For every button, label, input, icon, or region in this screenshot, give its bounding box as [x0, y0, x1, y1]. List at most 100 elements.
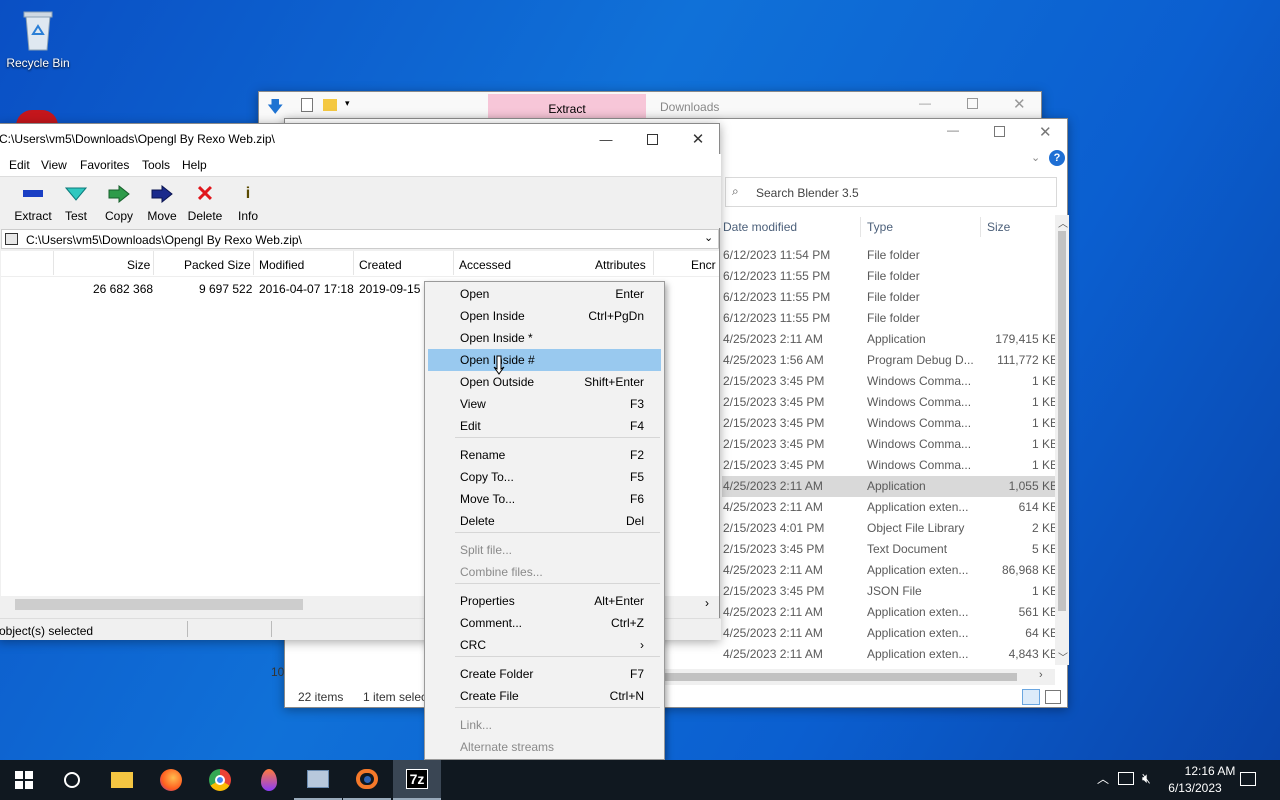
column-accessed[interactable]: Accessed — [459, 258, 511, 272]
move-button[interactable]: Move — [140, 183, 184, 223]
menu-item[interactable]: Open Inside * — [428, 327, 661, 349]
search-input[interactable]: Search Blender 3.5 — [756, 186, 859, 200]
menu-item[interactable]: Create Folder F7 — [428, 663, 661, 685]
menu-item[interactable]: Open Inside # — [428, 349, 661, 371]
scroll-up-icon[interactable]: ︿ — [1058, 215, 1068, 230]
info-button[interactable]: i Info — [226, 183, 270, 223]
address-bar[interactable]: C:\Users\vm5\Downloads\Opengl By Rexo We… — [1, 229, 719, 249]
path-dropdown-icon[interactable]: ⌄ — [704, 231, 713, 244]
new-folder-icon[interactable] — [323, 99, 337, 111]
maximize-button[interactable] — [967, 98, 978, 109]
quick-access-down-icon[interactable]: 🡇 — [267, 96, 283, 123]
large-icons-view-icon[interactable] — [1045, 690, 1061, 704]
list-item[interactable]: 6/12/2023 11:55 PM File folder — [722, 287, 1062, 308]
list-item[interactable]: 6/12/2023 11:55 PM File folder — [722, 308, 1062, 329]
list-item[interactable]: 2/15/2023 3:45 PM JSON File 1 KB — [722, 581, 1062, 602]
menu-item[interactable]: CRC › — [428, 634, 661, 656]
menu-view[interactable]: View — [41, 158, 67, 172]
list-item[interactable]: 2/15/2023 3:45 PM Windows Comma... 1 KB — [722, 434, 1062, 455]
menu-item[interactable]: Properties Alt+Enter — [428, 590, 661, 612]
menu-item[interactable]: Edit F4 — [428, 415, 661, 437]
column-encrypted[interactable]: Encr — [691, 258, 716, 272]
menu-tools[interactable]: Tools — [142, 158, 170, 172]
menu-item[interactable]: Open Inside Ctrl+PgDn — [428, 305, 661, 327]
search-box[interactable]: ⌕ Search Blender 3.5 — [725, 177, 1057, 207]
list-item[interactable]: 2/15/2023 3:45 PM Windows Comma... 1 KB — [722, 413, 1062, 434]
menu-item[interactable]: Copy To... F5 — [428, 466, 661, 488]
close-button[interactable]: ✕ — [1039, 123, 1052, 141]
menu-edit[interactable]: Edit — [9, 158, 30, 172]
list-item[interactable]: 2/15/2023 3:45 PM Text Document 5 KB — [722, 539, 1062, 560]
start-button[interactable] — [0, 760, 48, 800]
column-packed-size[interactable]: Packed Size — [184, 258, 251, 272]
list-item[interactable]: 2/15/2023 4:01 PM Object File Library 2 KB — [722, 518, 1062, 539]
menu-item[interactable]: View F3 — [428, 393, 661, 415]
test-button[interactable]: Test — [54, 183, 98, 223]
network-icon[interactable] — [1118, 772, 1134, 785]
menu-item[interactable]: Create File Ctrl+N — [428, 685, 661, 707]
vertical-scrollbar[interactable]: ︿ ﹀ — [1055, 215, 1069, 665]
minimize-button[interactable]: — — [583, 124, 629, 154]
help-icon[interactable]: ? — [1049, 150, 1065, 166]
menu-item[interactable]: Open Outside Shift+Enter — [428, 371, 661, 393]
maximize-button[interactable] — [629, 124, 675, 154]
close-button[interactable]: ✕ — [1013, 95, 1026, 113]
menu-item[interactable]: Split file... — [428, 539, 661, 561]
list-item[interactable]: 4/25/2023 2:11 AM Application exten... 86,… — [722, 560, 1062, 581]
menu-item[interactable]: Alternate streams — [428, 736, 661, 758]
file-explorer-taskbar-button[interactable] — [98, 760, 146, 800]
scroll-right-icon[interactable]: › — [1039, 669, 1043, 681]
menu-item[interactable]: Combine files... — [428, 561, 661, 583]
list-item[interactable]: 4/25/2023 2:11 AM Application exten... 64 … — [722, 623, 1062, 644]
clock-date[interactable]: 6/13/2023 — [1155, 781, 1235, 795]
menu-item[interactable]: Comment... Ctrl+Z — [428, 612, 661, 634]
menu-favorites[interactable]: Favorites — [80, 158, 129, 172]
maximize-button[interactable] — [994, 126, 1005, 137]
horizontal-scrollbar[interactable]: › — [665, 669, 1055, 685]
list-item[interactable]: 4/25/2023 2:11 AM Application 179,415 KB — [722, 329, 1062, 350]
column-type[interactable]: Type — [867, 220, 893, 234]
list-item[interactable]: 2/15/2023 3:45 PM Windows Comma... 1 KB — [722, 392, 1062, 413]
close-button[interactable]: ✕ — [675, 124, 721, 154]
expand-ribbon-icon[interactable]: ⌄ — [1031, 151, 1040, 164]
menu-item[interactable]: Delete Del — [428, 510, 661, 532]
column-attributes[interactable]: Attributes — [595, 258, 646, 272]
menu-item[interactable]: Rename F2 — [428, 444, 661, 466]
list-item[interactable]: 4/25/2023 2:11 AM Application exten... 4,8… — [722, 644, 1062, 665]
details-view-icon[interactable] — [1022, 689, 1040, 705]
menu-item[interactable]: Link... — [428, 714, 661, 736]
delete-button[interactable]: ✕ Delete — [183, 181, 227, 223]
menu-item[interactable]: Move To... F6 — [428, 488, 661, 510]
list-item[interactable]: 4/25/2023 2:11 AM Application 1,055 KB — [722, 476, 1062, 497]
show-hidden-icons-icon[interactable]: ︿ — [1097, 770, 1109, 787]
path-field[interactable]: C:\Users\vm5\Downloads\Opengl By Rexo We… — [26, 233, 302, 247]
clock-time[interactable]: 12:16 AM — [1170, 764, 1250, 778]
column-modified[interactable]: Modified — [259, 258, 304, 272]
search-button[interactable] — [48, 760, 96, 800]
column-created[interactable]: Created — [359, 258, 402, 272]
column-date-modified[interactable]: Date modified — [723, 220, 797, 234]
list-item[interactable]: 4/25/2023 2:11 AM Application exten... 614… — [722, 497, 1062, 518]
scroll-thumb[interactable] — [1058, 231, 1066, 611]
dropdown-icon[interactable]: ▾ — [345, 98, 350, 109]
list-item[interactable]: 4/25/2023 1:56 AM Program Debug D... 111,7… — [722, 350, 1062, 371]
column-size[interactable]: Size — [987, 220, 1010, 234]
minimize-button[interactable]: — — [947, 123, 959, 137]
list-item[interactable]: 2/15/2023 3:45 PM Windows Comma... 1 KB — [722, 455, 1062, 476]
7zip-taskbar-button[interactable]: 7z — [393, 760, 441, 800]
notifications-icon[interactable] — [1240, 772, 1256, 786]
paint-taskbar-button[interactable] — [245, 760, 293, 800]
scroll-down-icon[interactable]: ﹀ — [1058, 649, 1068, 664]
menu-item[interactable]: Open Enter — [428, 283, 661, 305]
minimize-button[interactable]: — — [919, 96, 931, 110]
properties-icon[interactable] — [301, 98, 313, 112]
blender-taskbar-button[interactable] — [343, 760, 391, 800]
list-item[interactable]: 6/12/2023 11:55 PM File folder — [722, 266, 1062, 287]
copy-button[interactable]: Copy — [97, 183, 141, 223]
list-item[interactable]: 4/25/2023 2:11 AM Application exten... 561… — [722, 602, 1062, 623]
scroll-thumb[interactable] — [665, 673, 1017, 681]
scroll-right-icon[interactable]: › — [705, 596, 709, 610]
list-item[interactable]: 2/15/2023 3:45 PM Windows Comma... 1 KB — [722, 371, 1062, 392]
volume-muted-icon[interactable]: 🔇︎ — [1142, 770, 1151, 787]
column-size[interactable]: Size — [127, 258, 150, 272]
